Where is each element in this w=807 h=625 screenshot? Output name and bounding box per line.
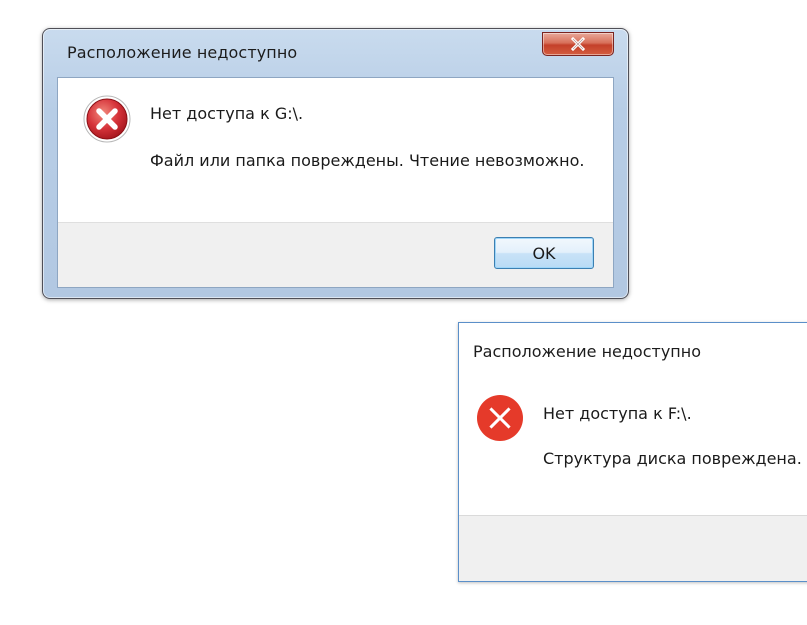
ok-button[interactable]: OK xyxy=(494,237,594,269)
dialog-titlebar[interactable]: Расположение недоступно xyxy=(43,29,628,77)
dialog-message-area: Нет доступа к G:\. Файл или папка повреж… xyxy=(58,78,613,222)
error-x-icon xyxy=(477,395,523,441)
error-dialog-win7: Расположение недоступно Нет доступа к G:… xyxy=(42,28,629,299)
error-dialog-win10: Расположение недоступно Нет доступа к F:… xyxy=(458,322,807,582)
dialog-title: Расположение недоступно xyxy=(67,43,298,62)
error-x-icon xyxy=(83,95,131,143)
dialog-button-bar xyxy=(459,515,807,581)
message-secondary: Структура диска повреждена. Ч xyxy=(543,449,807,468)
dialog-client-area: Нет доступа к G:\. Файл или папка повреж… xyxy=(57,77,614,288)
dialog-title: Расположение недоступно xyxy=(473,342,702,361)
dialog-message-area: Нет доступа к F:\. Структура диска повре… xyxy=(459,379,807,515)
screenshot-canvas: Расположение недоступно Нет доступа к G:… xyxy=(0,0,807,625)
message-primary: Нет доступа к G:\. xyxy=(150,104,304,123)
close-button[interactable] xyxy=(542,32,614,56)
message-primary: Нет доступа к F:\. xyxy=(543,404,692,423)
dialog-button-bar: OK xyxy=(58,222,613,287)
message-secondary: Файл или папка повреждены. Чтение невозм… xyxy=(150,151,585,170)
close-icon xyxy=(570,37,586,51)
